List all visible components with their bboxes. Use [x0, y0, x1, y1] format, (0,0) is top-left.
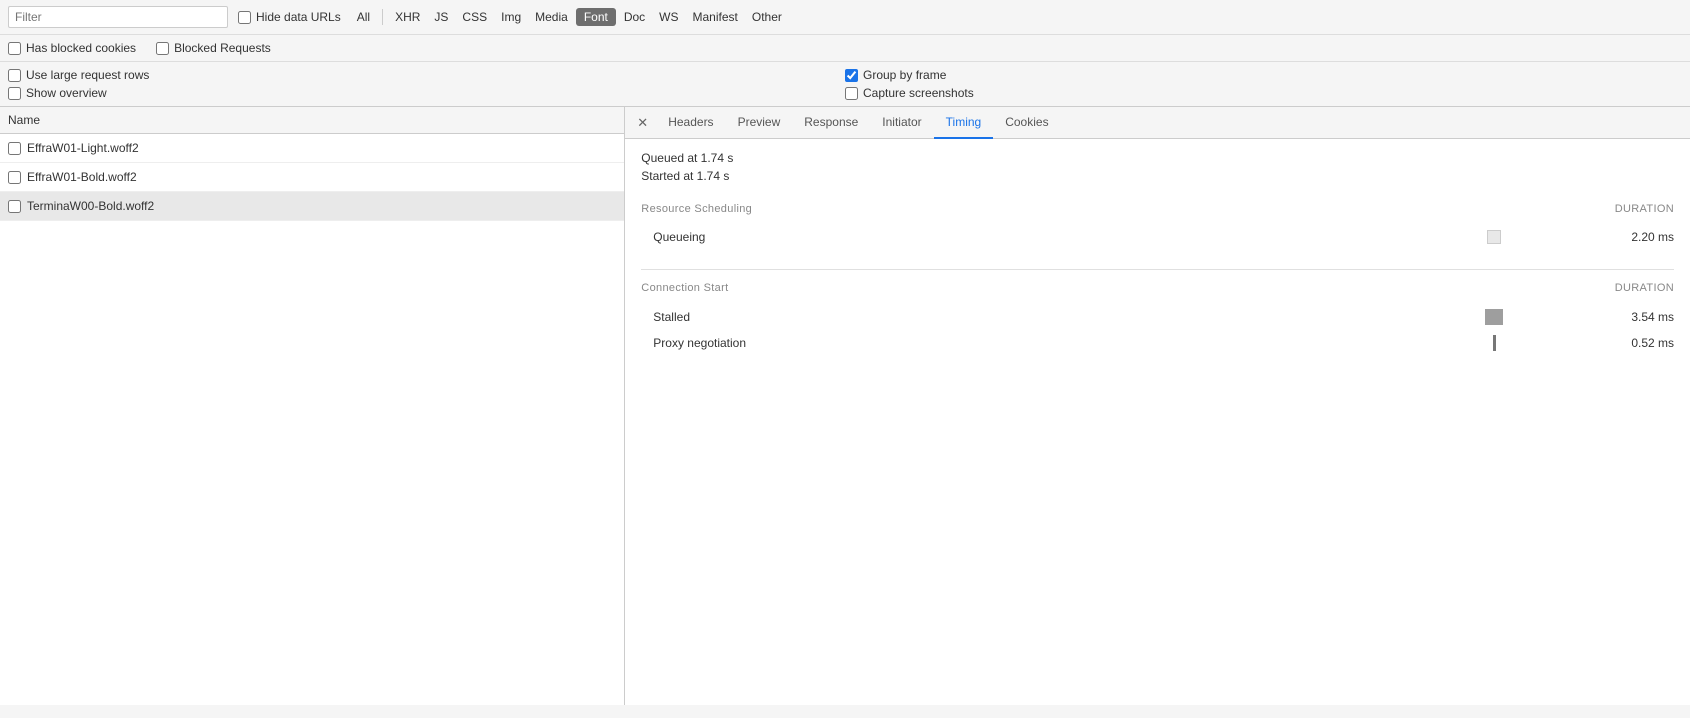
file-item[interactable]: EffraW01-Light.woff2: [0, 134, 624, 163]
timing-bar-proxy: [1493, 335, 1496, 351]
filter-font[interactable]: Font: [576, 8, 616, 26]
filter-doc[interactable]: Doc: [618, 8, 651, 26]
filter-all[interactable]: All: [351, 8, 376, 26]
file-checkbox-2[interactable]: [8, 200, 21, 213]
filter-input[interactable]: [8, 6, 228, 28]
timing-info: Queued at 1.74 s Started at 1.74 s: [641, 151, 1674, 183]
show-overview-label[interactable]: Show overview: [8, 86, 845, 100]
timing-section-title-1: Connection Start: [641, 282, 728, 294]
file-name-2: TerminaW00-Bold.woff2: [27, 199, 154, 213]
options-left: Use large request rows Show overview: [8, 68, 845, 100]
filter-img[interactable]: Img: [495, 8, 527, 26]
tab-headers[interactable]: Headers: [656, 107, 725, 139]
timing-duration-proxy: 0.52 ms: [1594, 336, 1674, 350]
timing-label-proxy: Proxy negotiation: [653, 336, 1394, 350]
blocked-requests-label[interactable]: Blocked Requests: [156, 41, 271, 55]
filter-xhr[interactable]: XHR: [389, 8, 426, 26]
divider: [641, 269, 1674, 270]
filter-ws[interactable]: WS: [653, 8, 684, 26]
file-checkbox-1[interactable]: [8, 171, 21, 184]
file-name-0: EffraW01-Light.woff2: [27, 141, 139, 155]
has-blocked-cookies-checkbox[interactable]: [8, 42, 21, 55]
started-at: Started at 1.74 s: [641, 169, 1674, 183]
toolbar-row: Hide data URLs All XHR JS CSS Img Media …: [0, 0, 1690, 35]
detail-content: Queued at 1.74 s Started at 1.74 s Resou…: [625, 139, 1690, 705]
file-list-header: Name: [0, 107, 624, 134]
filter-js[interactable]: JS: [428, 8, 454, 26]
group-by-frame-label[interactable]: Group by frame: [845, 68, 1682, 82]
timing-duration-label-0: DURATION: [1615, 203, 1674, 215]
has-blocked-cookies-label[interactable]: Has blocked cookies: [8, 41, 136, 55]
timing-section-resource-scheduling: Resource Scheduling DURATION Queueing 2.…: [641, 199, 1674, 249]
filter-media[interactable]: Media: [529, 8, 574, 26]
timing-section-connection-start: Connection Start DURATION Stalled 3.54 m…: [641, 278, 1674, 356]
timing-duration-stalled: 3.54 ms: [1594, 310, 1674, 324]
file-item-selected[interactable]: TerminaW00-Bold.woff2: [0, 192, 624, 221]
filter-other[interactable]: Other: [746, 8, 788, 26]
tab-preview[interactable]: Preview: [726, 107, 793, 139]
timing-row-proxy: Proxy negotiation 0.52 ms: [641, 330, 1674, 356]
file-name-1: EffraW01-Bold.woff2: [27, 170, 137, 184]
queued-at: Queued at 1.74 s: [641, 151, 1674, 165]
tab-initiator[interactable]: Initiator: [870, 107, 933, 139]
blocked-requests-checkbox[interactable]: [156, 42, 169, 55]
options-right: Group by frame Capture screenshots: [845, 68, 1682, 100]
file-list-header-label: Name: [8, 113, 40, 127]
timing-section-header-1: Connection Start DURATION: [641, 278, 1674, 298]
main-area: Name EffraW01-Light.woff2 EffraW01-Bold.…: [0, 107, 1690, 705]
separator: [382, 9, 383, 25]
close-button[interactable]: ✕: [629, 109, 656, 137]
checkbox-row: Has blocked cookies Blocked Requests: [0, 35, 1690, 62]
filter-css[interactable]: CSS: [456, 8, 493, 26]
timing-bar-area-proxy: [1394, 335, 1594, 351]
timing-row-queueing: Queueing 2.20 ms: [641, 225, 1674, 249]
timing-bar-stalled: [1485, 309, 1503, 325]
options-section: Use large request rows Show overview Gro…: [0, 62, 1690, 107]
timing-section-title-0: Resource Scheduling: [641, 203, 752, 215]
timing-section-header-0: Resource Scheduling DURATION: [641, 199, 1674, 219]
group-by-frame-checkbox[interactable]: [845, 69, 858, 82]
timing-row-stalled: Stalled 3.54 ms: [641, 304, 1674, 330]
file-checkbox-0[interactable]: [8, 142, 21, 155]
tab-response[interactable]: Response: [792, 107, 870, 139]
hide-data-urls-checkbox[interactable]: [238, 11, 251, 24]
tab-cookies[interactable]: Cookies: [993, 107, 1060, 139]
timing-label-queueing: Queueing: [653, 230, 1394, 244]
timing-bar-queueing: [1487, 230, 1501, 244]
filter-manifest[interactable]: Manifest: [687, 8, 744, 26]
capture-screenshots-checkbox[interactable]: [845, 87, 858, 100]
detail-panel: ✕ Headers Preview Response Initiator Tim…: [625, 107, 1690, 705]
timing-label-stalled: Stalled: [653, 310, 1394, 324]
use-large-request-rows-label[interactable]: Use large request rows: [8, 68, 845, 82]
tab-timing[interactable]: Timing: [934, 107, 994, 139]
file-list-body: EffraW01-Light.woff2 EffraW01-Bold.woff2…: [0, 134, 624, 705]
detail-tabs: ✕ Headers Preview Response Initiator Tim…: [625, 107, 1690, 139]
file-item[interactable]: EffraW01-Bold.woff2: [0, 163, 624, 192]
capture-screenshots-label[interactable]: Capture screenshots: [845, 86, 1682, 100]
filter-types: All XHR JS CSS Img Media Font Doc WS Man…: [351, 8, 788, 26]
timing-bar-area-stalled: [1394, 309, 1594, 325]
hide-data-urls-label[interactable]: Hide data URLs: [238, 10, 341, 24]
timing-duration-label-1: DURATION: [1615, 282, 1674, 294]
timing-bar-area-queueing: [1394, 230, 1594, 244]
file-list-panel: Name EffraW01-Light.woff2 EffraW01-Bold.…: [0, 107, 625, 705]
timing-duration-queueing: 2.20 ms: [1594, 230, 1674, 244]
show-overview-checkbox[interactable]: [8, 87, 21, 100]
use-large-request-rows-checkbox[interactable]: [8, 69, 21, 82]
